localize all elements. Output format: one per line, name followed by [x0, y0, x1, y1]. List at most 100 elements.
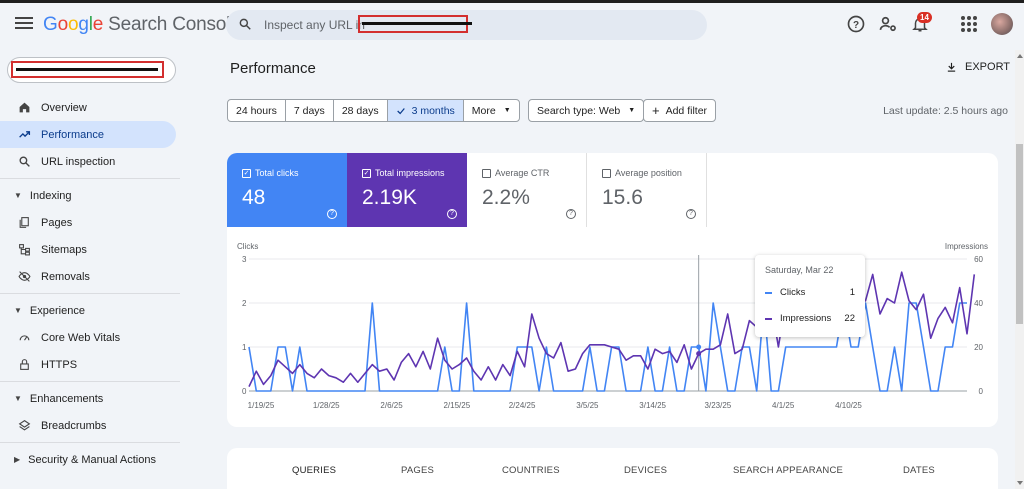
x-tick-label: 2/15/25: [443, 401, 470, 410]
sidebar-section-experience[interactable]: ▼ Experience: [0, 297, 180, 324]
caret-right-icon: ▶: [14, 455, 21, 464]
scroll-down-arrow[interactable]: [1017, 481, 1023, 485]
sidebar-item-label: Removals: [41, 270, 90, 283]
page-scrollbar[interactable]: [1015, 50, 1024, 489]
right-tick-label: 40: [974, 299, 983, 308]
sidebar-item-url-inspection[interactable]: URL inspection: [0, 148, 180, 175]
range-28-days[interactable]: 28 days: [334, 100, 388, 121]
tooltip-label: Clicks: [780, 287, 806, 298]
range-label: 28 days: [341, 104, 379, 117]
caret-down-icon: ▼: [14, 191, 22, 200]
sidebar-item-performance[interactable]: Performance: [0, 121, 176, 148]
x-tick-label: 4/1/25: [772, 401, 795, 410]
redacted-text: [16, 68, 158, 71]
page-title: Performance: [230, 60, 316, 77]
top-bar: Google Search Console Inspect any URL in …: [0, 0, 1024, 50]
avatar[interactable]: [991, 13, 1013, 35]
range-label: 7 days: [293, 104, 325, 117]
tab-countries[interactable]: COUNTRIES: [502, 465, 560, 476]
tooltip-date: Saturday, Mar 22: [765, 265, 834, 275]
sidebar-item-label: URL inspection: [41, 155, 116, 168]
help-icon[interactable]: ?: [846, 14, 866, 34]
app-logo[interactable]: Google Search Console: [43, 14, 241, 36]
section-label: Security & Manual Actions: [28, 453, 156, 466]
caret-down-icon: ▼: [14, 306, 22, 315]
apps-grid-icon[interactable]: [961, 16, 977, 32]
sidebar-section-security[interactable]: ▶ Security & Manual Actions: [0, 446, 180, 473]
sidebar-item-label: Performance: [41, 128, 104, 141]
sidebar-item-label: Breadcrumbs: [41, 419, 107, 432]
x-tick-label: 2/24/25: [509, 401, 536, 410]
search-type-filter[interactable]: Search type: Web ▼: [528, 99, 645, 122]
sidebar-item-label: Pages: [41, 216, 73, 229]
sidebar: Overview Performance URL inspection ▼ In…: [0, 94, 180, 473]
more-label: More: [471, 104, 496, 117]
left-tick-label: 2: [242, 299, 247, 308]
menu-icon[interactable]: [14, 14, 34, 34]
sidebar-item-label: Sitemaps: [41, 243, 87, 256]
user-settings-icon[interactable]: [878, 14, 898, 34]
tooltip-row-impressions: Impressions 22: [765, 313, 855, 324]
left-tick-label: 1: [242, 343, 247, 352]
download-icon: [947, 62, 956, 72]
range-more-dropdown[interactable]: More ▼: [464, 100, 519, 121]
notification-badge: 14: [917, 12, 932, 23]
right-tick-label: 0: [979, 387, 984, 396]
sidebar-item-label: Overview: [41, 101, 87, 114]
divider: [0, 381, 180, 382]
pages-icon: [17, 216, 31, 230]
tab-dates[interactable]: DATES: [903, 465, 935, 476]
range-7-days[interactable]: 7 days: [286, 100, 334, 121]
performance-chart[interactable]: Clicks Impressions 0 0 1 20 2 40 3 60 1/19/25 1/…: [227, 153, 998, 427]
x-tick-label: 3/5/25: [576, 401, 599, 410]
left-tick-label: 3: [242, 255, 247, 264]
redacted-text: [362, 22, 472, 25]
series-line-impressions: [248, 271, 976, 387]
left-tick-label: 0: [242, 387, 247, 396]
sidebar-item-pages[interactable]: Pages: [0, 209, 180, 236]
sidebar-section-enhancements[interactable]: ▼ Enhancements: [0, 385, 180, 412]
x-tick-label: 3/23/25: [705, 401, 732, 410]
tab-search-appearance[interactable]: SEARCH APPEARANCE: [733, 465, 843, 476]
check-icon: [396, 107, 405, 114]
sidebar-item-https[interactable]: HTTPS: [0, 351, 180, 378]
sidebar-item-label: HTTPS: [41, 358, 78, 371]
lock-icon: [17, 358, 31, 372]
sidebar-item-overview[interactable]: Overview: [0, 94, 180, 121]
sidebar-item-breadcrumbs[interactable]: Breadcrumbs: [0, 412, 180, 439]
report-tabs: QUERIES PAGES COUNTRIES DEVICES SEARCH A…: [227, 448, 998, 489]
search-placeholder: Inspect any URL in: [264, 18, 365, 32]
x-tick-label: 1/28/25: [313, 401, 340, 410]
export-button[interactable]: EXPORT: [946, 61, 1010, 73]
tab-queries[interactable]: QUERIES: [292, 465, 336, 476]
hover-point-clicks: [696, 344, 702, 350]
sidebar-item-removals[interactable]: Removals: [0, 263, 180, 290]
caret-down-icon: ▼: [503, 107, 511, 114]
tab-devices[interactable]: DEVICES: [624, 465, 667, 476]
range-24-hours[interactable]: 24 hours: [228, 100, 286, 121]
last-update-text: Last update: 2.5 hours ago: [883, 105, 1008, 117]
x-tick-label: 2/6/25: [380, 401, 403, 410]
svg-text:?: ?: [853, 20, 859, 31]
tab-pages[interactable]: PAGES: [401, 465, 434, 476]
tooltip-value: 1: [849, 287, 855, 298]
hover-point-impressions: [696, 351, 702, 357]
home-icon: [17, 101, 31, 115]
add-filter-button[interactable]: + Add filter: [643, 99, 717, 122]
google-logo-text: Google: [43, 14, 104, 35]
sidebar-item-core-web-vitals[interactable]: Core Web Vitals: [0, 324, 180, 351]
sidebar-item-label: Core Web Vitals: [41, 331, 121, 344]
scroll-up-arrow[interactable]: [1017, 54, 1023, 58]
scrollbar-thumb[interactable]: [1016, 144, 1023, 324]
sidebar-item-sitemaps[interactable]: Sitemaps: [0, 236, 180, 263]
search-type-label: Search type: Web: [537, 104, 621, 117]
trending-up-icon: [17, 128, 31, 142]
right-axis-title: Impressions: [945, 242, 988, 251]
sidebar-section-indexing[interactable]: ▼ Indexing: [0, 182, 180, 209]
range-3-months[interactable]: 3 months: [387, 100, 464, 121]
x-tick-label: 1/19/25: [248, 401, 275, 410]
divider: [0, 178, 180, 179]
legend-swatch: [765, 317, 772, 320]
layers-icon: [17, 419, 31, 433]
tooltip-row-clicks: Clicks 1: [765, 287, 855, 298]
